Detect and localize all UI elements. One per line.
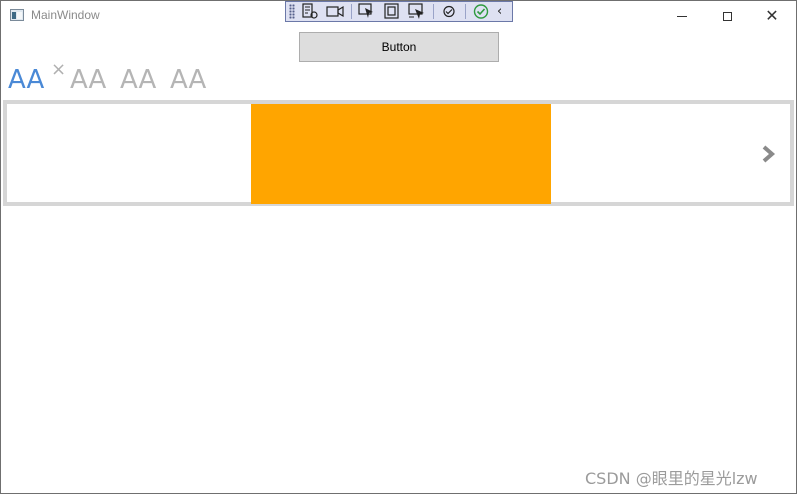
- select-element-icon[interactable]: [357, 3, 377, 20]
- hot-reload-check-icon[interactable]: [471, 3, 491, 20]
- minimize-icon: [677, 15, 687, 17]
- tab-1[interactable]: AA: [8, 63, 44, 97]
- watermark: CSDN @眼里的星光lzw: [585, 469, 758, 488]
- maximize-button[interactable]: [704, 1, 750, 31]
- window-title: MainWindow: [31, 8, 100, 22]
- tab-2[interactable]: AA: [70, 63, 106, 97]
- track-focus-icon[interactable]: [407, 3, 427, 20]
- close-button[interactable]: ✕: [749, 1, 795, 31]
- minimize-button[interactable]: [659, 1, 705, 31]
- collapse-chevron-icon[interactable]: ‹: [497, 4, 502, 19]
- carousel: [3, 100, 794, 206]
- toolbar-grip[interactable]: [289, 4, 295, 19]
- tab-close-icon[interactable]: ×: [51, 59, 66, 80]
- tab-4[interactable]: AA: [170, 63, 206, 97]
- chevron-right-icon[interactable]: [757, 142, 781, 166]
- main-window: MainWindow ✕ ‹ Button AA × AA AA AA CSDN…: [0, 0, 797, 494]
- toolbar-separator: [433, 4, 434, 19]
- maximize-icon: [722, 11, 732, 21]
- xaml-debug-toolbar: ‹: [285, 1, 513, 22]
- binding-failures-icon[interactable]: [439, 3, 459, 20]
- display-layout-adorners-icon[interactable]: [382, 3, 402, 20]
- toolbar-separator: [465, 4, 466, 19]
- toolbar-separator: [351, 4, 352, 19]
- camera-icon[interactable]: [325, 3, 345, 20]
- close-icon: ✕: [765, 6, 779, 25]
- tab-3[interactable]: AA: [120, 63, 156, 97]
- carousel-slide: [251, 104, 551, 204]
- main-button[interactable]: Button: [299, 32, 499, 62]
- app-icon: [10, 9, 24, 21]
- live-visual-tree-icon[interactable]: [300, 3, 320, 20]
